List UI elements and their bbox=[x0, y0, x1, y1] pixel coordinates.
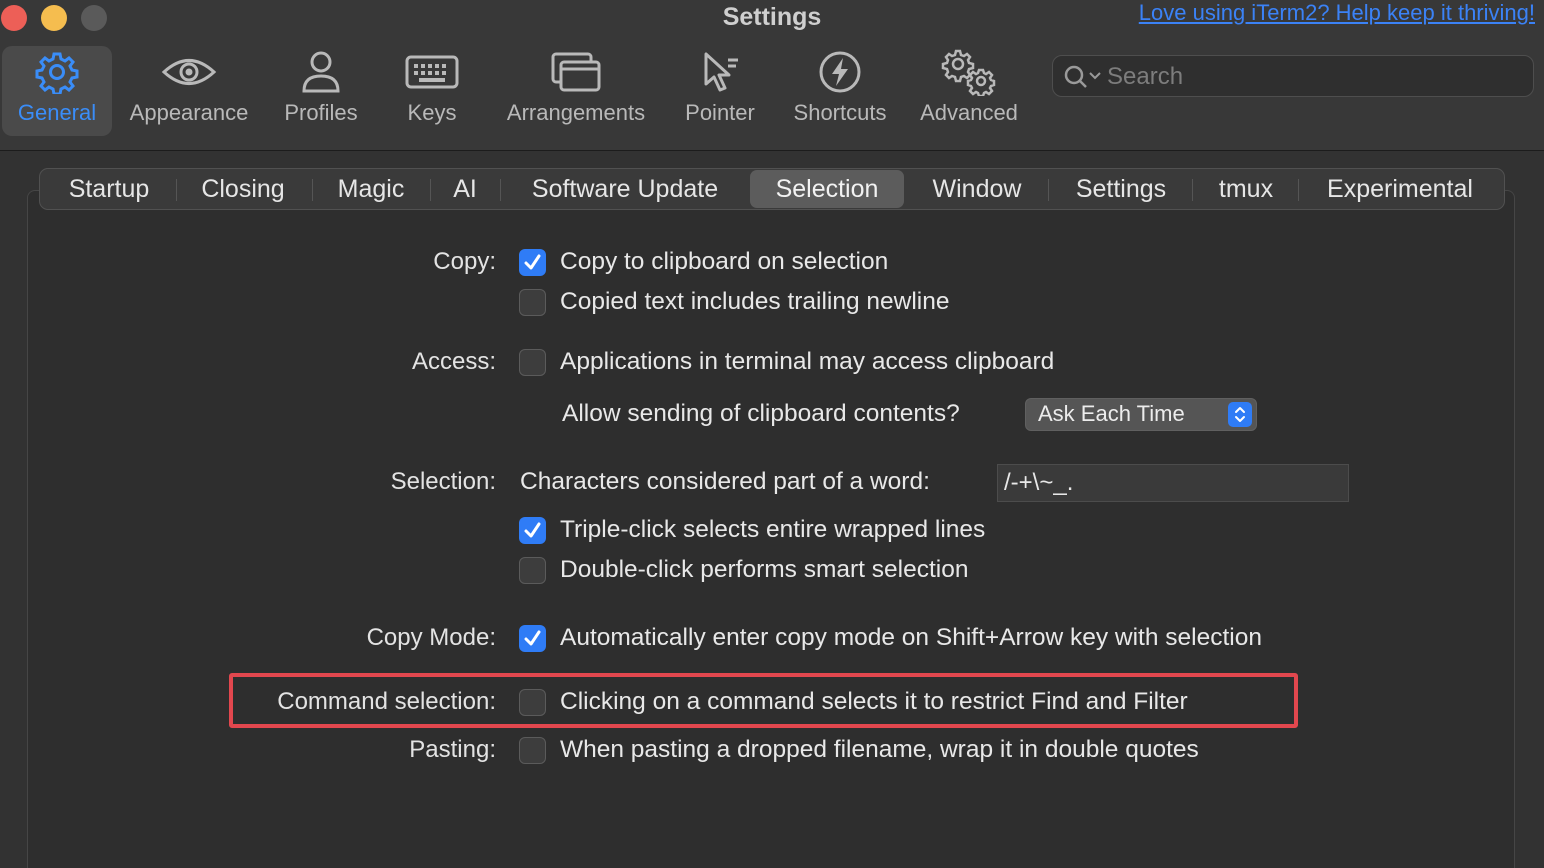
keyboard-icon bbox=[405, 46, 459, 98]
tab-ai[interactable]: AI bbox=[438, 170, 492, 208]
command-selection-option-label: Clicking on a command selects it to rest… bbox=[560, 688, 1188, 715]
pasting-checkbox[interactable] bbox=[519, 737, 546, 764]
toolbar-arrangements[interactable]: Arrangements bbox=[498, 46, 654, 136]
donate-link[interactable]: Love using iTerm2? Help keep it thriving… bbox=[1139, 0, 1535, 26]
toolbar-pointer[interactable]: Pointer bbox=[676, 46, 764, 136]
tab-selection[interactable]: Selection bbox=[750, 170, 904, 208]
tab-window[interactable]: Window bbox=[912, 170, 1042, 208]
allow-sending-popup[interactable]: Ask Each Time bbox=[1025, 398, 1257, 431]
trailing-newline-label: Copied text includes trailing newline bbox=[560, 288, 950, 315]
toolbar-label: General bbox=[17, 100, 97, 125]
trailing-newline-checkbox[interactable] bbox=[519, 289, 546, 316]
tab-closing[interactable]: Closing bbox=[182, 170, 304, 208]
checkmark-icon bbox=[524, 254, 541, 270]
search-icon bbox=[1063, 64, 1103, 95]
tab-separator bbox=[1048, 179, 1049, 201]
triple-click-checkbox[interactable] bbox=[519, 517, 546, 544]
double-click-label: Double-click performs smart selection bbox=[560, 556, 969, 583]
tab-magic[interactable]: Magic bbox=[320, 170, 422, 208]
person-icon bbox=[301, 46, 341, 98]
toolbar-label: Arrangements bbox=[506, 100, 646, 125]
selection-label: Selection: bbox=[390, 468, 496, 495]
access-label: Access: bbox=[411, 348, 496, 375]
search-field[interactable] bbox=[1052, 55, 1534, 98]
clipboard-access-checkbox[interactable] bbox=[519, 349, 546, 376]
windows-icon bbox=[550, 46, 602, 98]
toolbar-keys[interactable]: Keys bbox=[396, 46, 468, 136]
toolbar-appearance[interactable]: Appearance bbox=[122, 46, 256, 136]
copy-mode-label: Copy Mode: bbox=[366, 624, 496, 651]
toolbar-profiles[interactable]: Profiles bbox=[276, 46, 366, 136]
toolbar-general[interactable]: General bbox=[2, 46, 112, 136]
gears-icon bbox=[941, 46, 997, 98]
settings-window: Settings Love using iTerm2? Help keep it… bbox=[0, 0, 1544, 868]
tab-separator bbox=[176, 179, 177, 201]
gear-icon bbox=[35, 46, 79, 98]
tab-separator bbox=[312, 179, 313, 201]
toolbar-label: Shortcuts bbox=[793, 100, 887, 125]
up-down-arrows-icon bbox=[1228, 402, 1252, 427]
tab-separator bbox=[500, 179, 501, 201]
tab-bar: Startup Closing Magic AI Software Update… bbox=[39, 168, 1505, 210]
toolbar-label: Pointer bbox=[685, 100, 755, 125]
tab-startup[interactable]: Startup bbox=[48, 170, 170, 208]
word-chars-label: Characters considered part of a word: bbox=[520, 468, 930, 495]
command-selection-checkbox[interactable] bbox=[519, 689, 546, 716]
word-chars-input[interactable] bbox=[997, 464, 1349, 502]
tab-separator bbox=[1298, 179, 1299, 201]
toolbar-shortcuts[interactable]: Shortcuts bbox=[786, 46, 894, 136]
checkmark-icon bbox=[524, 630, 541, 646]
allow-sending-label: Allow sending of clipboard contents? bbox=[562, 400, 960, 427]
bolt-icon bbox=[818, 46, 862, 98]
tab-software-update[interactable]: Software Update bbox=[508, 170, 742, 208]
search-input[interactable] bbox=[1105, 56, 1529, 98]
copy-label: Copy: bbox=[433, 248, 496, 275]
popup-value: Ask Each Time bbox=[1038, 401, 1185, 426]
double-click-checkbox[interactable] bbox=[519, 557, 546, 584]
toolbar-label: Keys bbox=[407, 100, 457, 125]
tab-separator bbox=[1192, 179, 1193, 201]
toolbar: Settings Love using iTerm2? Help keep it… bbox=[0, 0, 1544, 151]
checkmark-icon bbox=[524, 522, 541, 538]
toolbar-label: Advanced bbox=[920, 100, 1018, 125]
pasting-option-label: When pasting a dropped filename, wrap it… bbox=[560, 736, 1199, 763]
tab-settings[interactable]: Settings bbox=[1056, 170, 1186, 208]
toolbar-label: Profiles bbox=[284, 100, 358, 125]
copy-to-clipboard-label: Copy to clipboard on selection bbox=[560, 248, 889, 275]
pasting-label: Pasting: bbox=[409, 736, 496, 763]
triple-click-label: Triple-click selects entire wrapped line… bbox=[560, 516, 986, 543]
tab-tmux[interactable]: tmux bbox=[1200, 170, 1292, 208]
eye-icon bbox=[161, 46, 217, 98]
copy-mode-option-label: Automatically enter copy mode on Shift+A… bbox=[560, 624, 1262, 651]
command-selection-label: Command selection: bbox=[277, 688, 496, 715]
toolbar-advanced[interactable]: Advanced bbox=[914, 46, 1024, 136]
toolbar-label: Appearance bbox=[129, 100, 249, 125]
tab-separator bbox=[430, 179, 431, 201]
copy-mode-checkbox[interactable] bbox=[519, 625, 546, 652]
tab-experimental[interactable]: Experimental bbox=[1306, 170, 1494, 208]
pointer-icon bbox=[698, 46, 742, 98]
clipboard-access-label: Applications in terminal may access clip… bbox=[560, 348, 1055, 375]
copy-to-clipboard-checkbox[interactable] bbox=[519, 249, 546, 276]
